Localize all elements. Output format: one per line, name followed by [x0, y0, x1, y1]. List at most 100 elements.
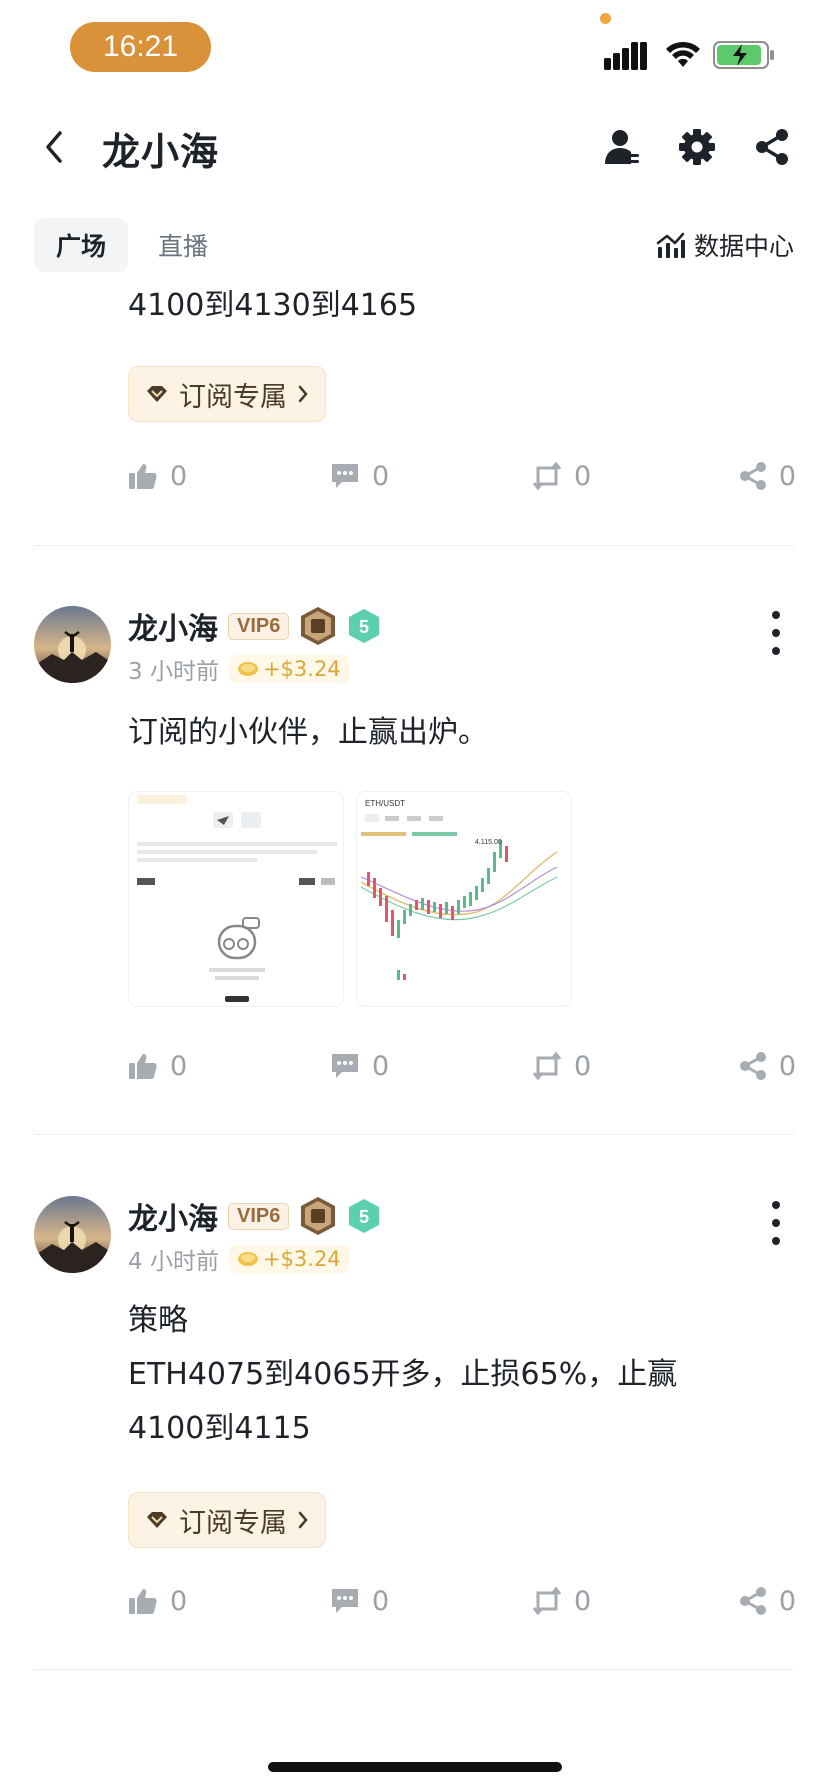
comment-button[interactable]: 0: [330, 456, 389, 496]
tip-amount: +$3.24: [262, 657, 341, 681]
share-post-button[interactable]: 0: [739, 1046, 796, 1086]
level-number: 5: [359, 617, 369, 637]
repost-button[interactable]: 0: [532, 1581, 591, 1621]
repost-count: 0: [574, 460, 592, 492]
chevron-right-icon: [298, 1511, 308, 1529]
share-icon: [739, 1052, 766, 1080]
avatar-image: [34, 1196, 111, 1273]
share-post-button[interactable]: 0: [739, 1581, 796, 1621]
avatar-image: [34, 606, 111, 683]
level-badge: 5: [349, 1199, 380, 1233]
post-meta: 3 小时前 +$3.24: [128, 652, 349, 686]
more-dot: [772, 1201, 780, 1209]
cellular-signal-icon: [604, 42, 647, 70]
tip-badge: +$3.24: [228, 655, 349, 683]
share-post-button[interactable]: 0: [739, 456, 796, 496]
comment-button[interactable]: 0: [330, 1581, 389, 1621]
share-icon: [739, 1587, 766, 1615]
post-image-1[interactable]: [128, 791, 344, 1007]
candlestick-chart-thumbnail: ETH/USDT 4,115.00: [357, 792, 571, 1006]
comment-icon: [332, 1589, 358, 1613]
more-options-button[interactable]: [766, 1201, 786, 1245]
comment-icon: [332, 1054, 358, 1078]
page-title: 龙小海: [102, 130, 220, 174]
avatar[interactable]: [34, 1196, 111, 1273]
post-image-2[interactable]: ETH/USDT 4,115.00: [356, 791, 572, 1007]
level-number: 5: [359, 1207, 369, 1227]
repost-count: 0: [574, 1585, 592, 1617]
screenshot-thumbnail: [129, 792, 343, 1006]
more-dot: [772, 647, 780, 655]
post-actions: 0 0 0 0: [128, 456, 796, 496]
author-name[interactable]: 龙小海: [128, 604, 218, 648]
comment-count: 0: [372, 460, 390, 492]
diamond-icon: [147, 386, 167, 402]
post-text-line: 策略: [128, 1303, 188, 1338]
post-text-line: 4100到4115: [128, 1411, 311, 1446]
share-count: 0: [778, 460, 796, 492]
rank-medal-icon: [301, 1197, 336, 1235]
repost-icon: [532, 1586, 562, 1616]
tab-square[interactable]: 广场: [34, 218, 129, 272]
divider: [34, 1134, 794, 1135]
author-row: 龙小海 VIP6 5: [128, 1194, 381, 1238]
like-button[interactable]: 0: [128, 456, 187, 496]
like-count: 0: [170, 1585, 188, 1617]
comment-count: 0: [372, 1050, 390, 1082]
like-button[interactable]: 0: [128, 1581, 187, 1621]
chevron-right-icon: [298, 385, 308, 403]
tab-live[interactable]: 直播: [136, 218, 230, 272]
user-icon: [605, 130, 639, 164]
like-count: 0: [170, 460, 188, 492]
more-dot: [772, 629, 780, 637]
vip-badge: VIP6: [228, 612, 290, 640]
share-button[interactable]: [750, 125, 794, 169]
status-time: 16:21: [70, 22, 211, 72]
post-actions: 0 0 0 0: [128, 1046, 796, 1086]
back-button[interactable]: [34, 123, 74, 171]
rank-medal-icon: [301, 607, 336, 645]
more-options-button[interactable]: [766, 611, 786, 655]
thumbs-up-icon: [129, 1589, 157, 1614]
author-name[interactable]: 龙小海: [128, 1194, 218, 1238]
thumbs-up-icon: [129, 464, 157, 489]
data-center-label: 数据中心: [693, 232, 794, 261]
more-dot: [772, 1219, 780, 1227]
subscribe-exclusive-button[interactable]: 订阅专属: [128, 366, 326, 422]
comment-button[interactable]: 0: [330, 1046, 389, 1086]
post-text-line: ETH4075到4065开多，止损65%，止赢: [128, 1357, 678, 1392]
post-images: ETH/USDT 4,115.00: [128, 791, 572, 1007]
tab-bar: 广场 直播 数据中心: [0, 218, 828, 272]
subscribe-label: 订阅专属: [179, 1507, 287, 1539]
vip-badge: VIP6: [228, 1202, 290, 1230]
data-center-link[interactable]: 数据中心: [656, 218, 794, 272]
like-button[interactable]: 0: [128, 1046, 187, 1086]
gear-icon: [679, 129, 715, 165]
subscribe-exclusive-button[interactable]: 订阅专属: [128, 1492, 326, 1548]
share-icon: [739, 462, 766, 490]
post-time: 3 小时前: [128, 659, 219, 685]
wifi-icon: [666, 41, 700, 67]
post-time: 4 小时前: [128, 1249, 219, 1275]
chart-high-price: 4,115.00: [475, 839, 502, 846]
avatar[interactable]: [34, 606, 111, 683]
privacy-dot: [600, 13, 611, 24]
post-body: 策略 ETH4075到4065开多，止损65%，止赢 4100到4115: [128, 1294, 788, 1456]
home-indicator[interactable]: [268, 1762, 562, 1772]
repost-icon: [532, 461, 562, 491]
share-icon: [756, 129, 788, 165]
coin-tip-icon: [237, 662, 258, 676]
thumbs-up-icon: [129, 1054, 157, 1079]
share-count: 0: [778, 1585, 796, 1617]
post-actions: 0 0 0 0: [128, 1581, 796, 1621]
comment-icon: [332, 464, 358, 488]
follow-user-button[interactable]: [600, 125, 644, 169]
post-text: 订阅的小伙伴，止赢出炉。: [128, 715, 488, 750]
battery-icon: [713, 41, 774, 69]
status-bar: 16:21: [0, 0, 828, 90]
repost-button[interactable]: 0: [532, 456, 591, 496]
post-meta: 4 小时前 +$3.24: [128, 1242, 349, 1276]
share-count: 0: [778, 1050, 796, 1082]
repost-button[interactable]: 0: [532, 1046, 591, 1086]
settings-button[interactable]: [675, 125, 719, 169]
